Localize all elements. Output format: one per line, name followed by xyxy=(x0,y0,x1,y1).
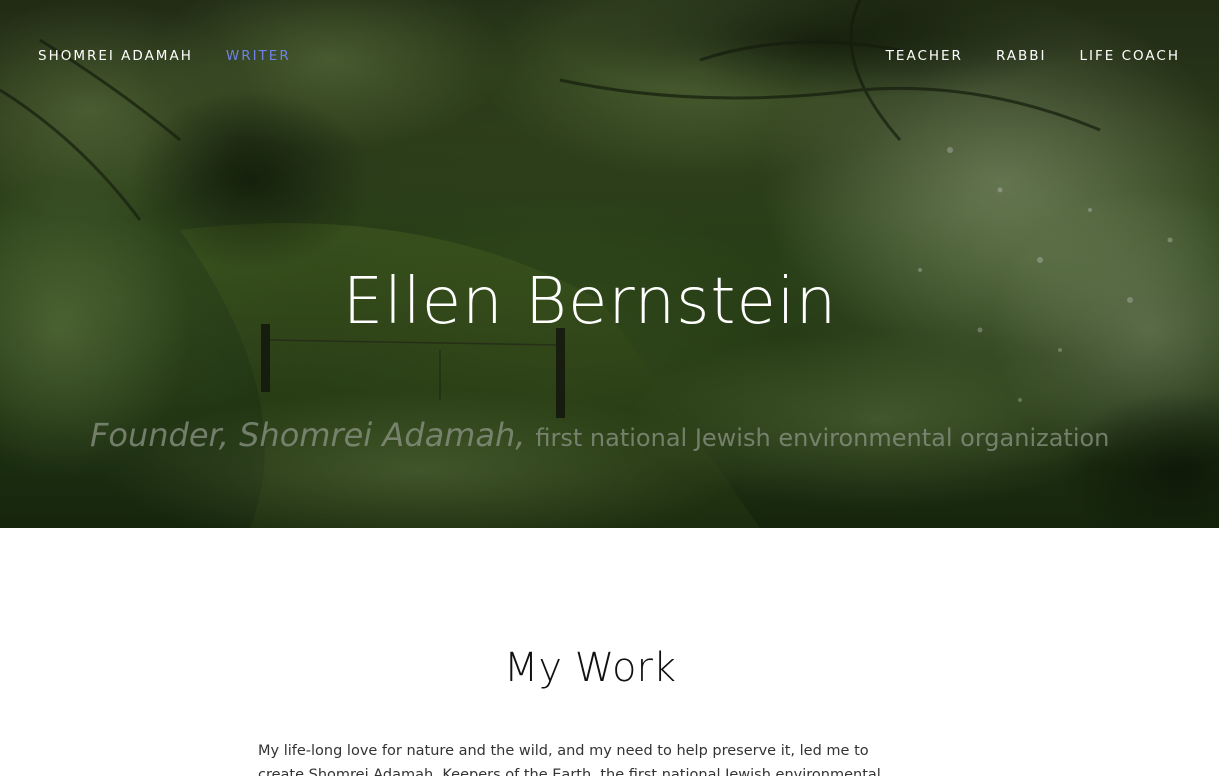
site-title: Ellen Bernstein xyxy=(342,264,838,339)
nav-link-shomrei-adamah[interactable]: SHOMREI ADAMAH xyxy=(38,48,193,64)
nav-link-life-coach[interactable]: LIFE COACH xyxy=(1080,48,1180,64)
hero-subtitle: Founder, Shomrei Adamah, first national J… xyxy=(90,416,1200,454)
hero-banner: SHOMREI ADAMAH WRITER TEACHER RABBI LIFE… xyxy=(0,0,1219,528)
nav-link-rabbi[interactable]: RABBI xyxy=(996,48,1047,64)
nav-link-teacher[interactable]: TEACHER xyxy=(886,48,963,64)
section-body: My life-long love for nature and the wil… xyxy=(258,742,881,776)
hero-subtitle-rest: first national Jewish environmental orga… xyxy=(535,424,1110,452)
section-title: My Work xyxy=(503,645,677,692)
nav-link-writer[interactable]: WRITER xyxy=(226,48,291,64)
nav-right: TEACHER RABBI LIFE COACH xyxy=(886,48,1180,64)
page: SHOMREI ADAMAH WRITER TEACHER RABBI LIFE… xyxy=(0,0,1219,776)
nav-left: SHOMREI ADAMAH WRITER xyxy=(38,48,291,64)
hero-subtitle-emphasis: Founder, Shomrei Adamah, xyxy=(90,416,526,454)
